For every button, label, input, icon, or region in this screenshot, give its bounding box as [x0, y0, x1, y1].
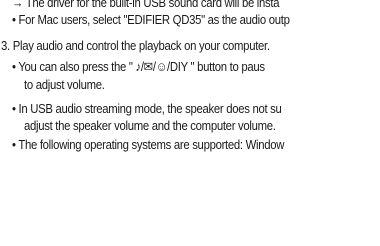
- press-button-line: • You can also press the " ♪/✉/☺/DIY " b…: [12, 58, 265, 75]
- mac-users-line: • For Mac users, select "EDIFIER QD35" a…: [12, 11, 290, 28]
- driver-install-line: → The driver for the built-in USB sound …: [12, 0, 280, 11]
- arrow-icon: →: [12, 0, 24, 10]
- usb-streaming-continuation: adjust the speaker volume and the comput…: [24, 117, 276, 134]
- mac-users-text: For Mac users, select "EDIFIER QD35" as …: [15, 12, 290, 27]
- os-support-text: The following operating systems are supp…: [15, 137, 285, 152]
- manual-page: → The driver for the built-in USB sound …: [0, 0, 380, 246]
- usb-streaming-continuation-text: adjust the speaker volume and the comput…: [24, 118, 276, 133]
- step-number: 3.: [1, 38, 10, 53]
- step-3-text: Play audio and control the playback on y…: [9, 38, 270, 53]
- press-button-text: You can also press the " ♪/✉/☺/DIY " but…: [15, 59, 265, 74]
- usb-streaming-line: • In USB audio streaming mode, the speak…: [12, 100, 282, 117]
- driver-install-text: The driver for the built-in USB sound ca…: [23, 0, 280, 10]
- step-3-line: 3. Play audio and control the playback o…: [1, 37, 270, 54]
- os-support-line: • The following operating systems are su…: [12, 136, 284, 153]
- usb-streaming-text: In USB audio streaming mode, the speaker…: [15, 101, 282, 116]
- press-button-continuation-text: to adjust volume.: [24, 77, 105, 92]
- press-button-continuation: to adjust volume.: [24, 76, 105, 93]
